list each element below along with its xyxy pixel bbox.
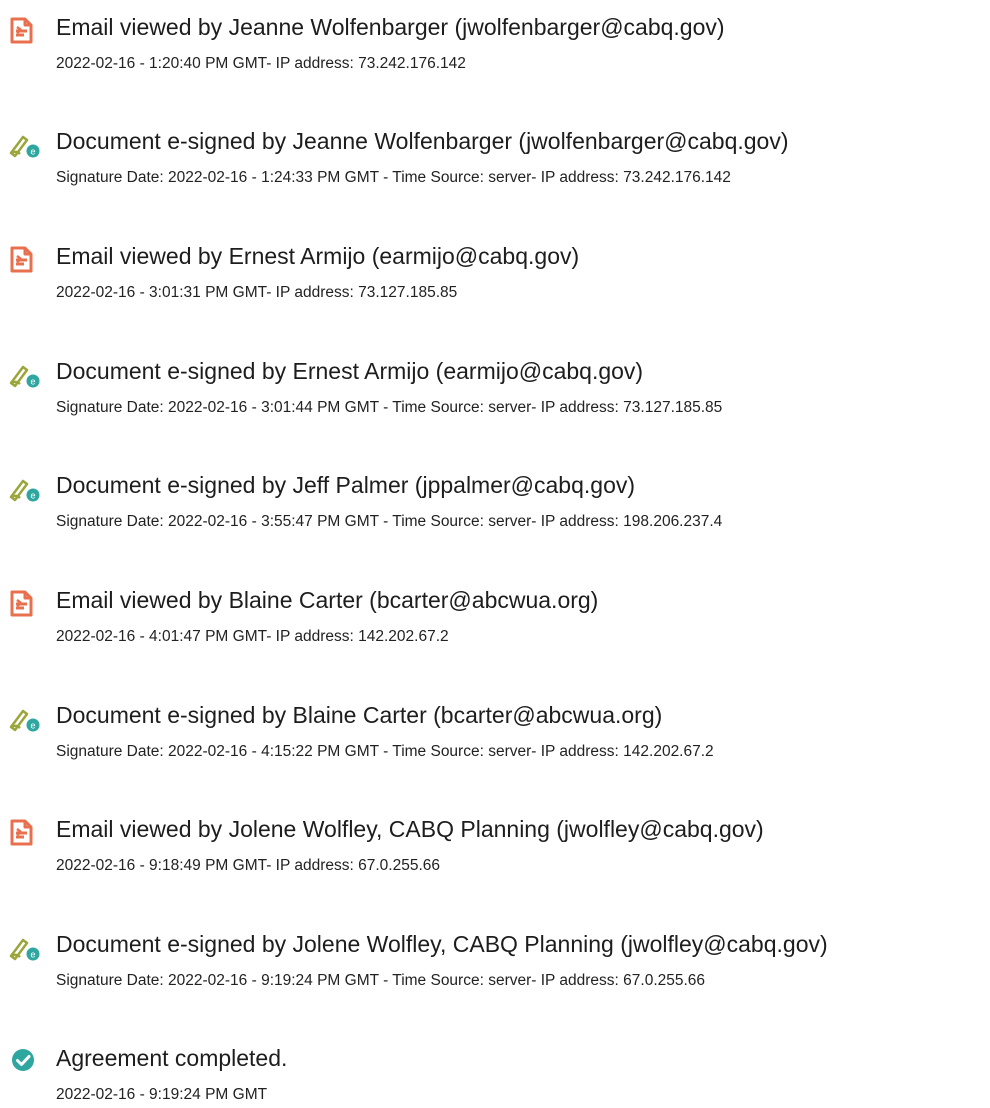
email-viewed-icon [8,15,42,45]
event-detail: Signature Date: 2022-02-16 - 3:01:44 PM … [56,399,723,416]
email-viewed-icon [8,817,42,847]
event-title: Email viewed by Jolene Wolfley, CABQ Pla… [56,816,764,842]
event-title: Agreement completed. [56,1045,288,1071]
email-viewed-icon [8,588,42,618]
document-signed-icon: e [8,473,42,503]
event-title: Email viewed by Jeanne Wolfenbarger (jwo… [56,14,725,40]
event-detail: 2022-02-16 - 3:01:31 PM GMT- IP address:… [56,284,458,301]
event-detail: 2022-02-16 - 4:01:47 PM GMT- IP address:… [56,628,449,645]
event-detail: 2022-02-16 - 9:18:49 PM GMT- IP address:… [56,857,440,874]
event-title: Document e-signed by Jolene Wolfley, CAB… [56,931,828,957]
event-detail: Signature Date: 2022-02-16 - 4:15:22 PM … [56,743,714,760]
svg-text:e: e [30,950,35,960]
agreement-completed-icon [8,1046,42,1076]
email-viewed-icon [8,244,42,274]
svg-text:e: e [30,377,35,387]
event-title: Document e-signed by Jeanne Wolfenbarger… [56,128,789,154]
document-signed-icon: e [8,129,42,159]
event-detail: Signature Date: 2022-02-16 - 3:55:47 PM … [56,513,723,530]
svg-text:e: e [30,147,35,157]
event-title: Document e-signed by Ernest Armijo (earm… [56,358,644,384]
event-detail: Signature Date: 2022-02-16 - 1:24:33 PM … [56,169,731,186]
document-signed-icon: e [8,932,42,962]
svg-text:e: e [30,491,35,501]
event-detail: Signature Date: 2022-02-16 - 9:19:24 PM … [56,972,706,989]
event-detail: 2022-02-16 - 9:19:24 PM GMT [56,1086,268,1103]
svg-text:e: e [30,721,35,731]
event-title: Email viewed by Ernest Armijo (earmijo@c… [56,243,580,269]
document-signed-icon: e [8,703,42,733]
event-title: Email viewed by Blaine Carter (bcarter@a… [56,587,599,613]
event-title: Document e-signed by Blaine Carter (bcar… [56,702,663,728]
event-detail: 2022-02-16 - 1:20:40 PM GMT- IP address:… [56,55,466,72]
event-title: Document e-signed by Jeff Palmer (jppalm… [56,472,636,498]
document-signed-icon: e [8,359,42,389]
